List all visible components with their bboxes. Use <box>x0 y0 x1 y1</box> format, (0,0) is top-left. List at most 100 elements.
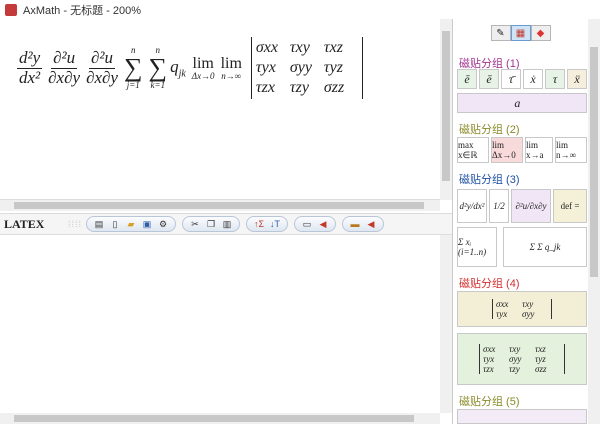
sum-operator: n ∑ j=1 <box>123 45 143 90</box>
matrix-cell: σxx <box>255 39 278 56</box>
tile-group-title: 磁贴分组 (3) <box>459 174 520 186</box>
fraction-denominator: ∂x∂y <box>86 67 118 87</box>
export-button-group: ▬ ◀ <box>342 216 385 232</box>
tile-accent[interactable]: ẍ <box>567 69 587 89</box>
matrix-cell: σyy <box>289 59 312 76</box>
fraction-numerator: ∂²u <box>89 47 116 69</box>
matrix-cell: σxx <box>496 299 509 309</box>
tile-vector[interactable]: a⃗ <box>457 93 587 113</box>
matrix-cell: τxy <box>289 39 310 56</box>
latex-editor-textarea[interactable] <box>0 235 440 413</box>
copy-icon[interactable]: ❐ <box>204 218 218 230</box>
editor-pane: d²y dx² ∂²u ∂x∂y ∂²u ∂x∂y n ∑ j=1 n ∑ k=1 qjk l… <box>0 19 452 424</box>
cut-icon[interactable]: ✂ <box>188 218 202 230</box>
tab-grid-icon[interactable]: ▦ <box>510 25 531 41</box>
clipboard-button-group: ✂ ❐ ▥ <box>182 216 241 232</box>
tile-accent[interactable]: τ̄ <box>501 69 521 89</box>
open-folder-icon[interactable]: ▰ <box>124 218 138 230</box>
matrix-cell: σxx <box>483 344 496 354</box>
tile-limit[interactable]: lim n→∞ <box>555 137 587 163</box>
formula-preview[interactable]: d²y dx² ∂²u ∂x∂y ∂²u ∂x∂y n ∑ j=1 n ∑ k=1 qjk l… <box>0 19 440 200</box>
matrix-cell: τzx <box>483 364 494 374</box>
tile-partial[interactable] <box>457 409 587 424</box>
sum-operator: n ∑ k=1 <box>148 45 168 90</box>
new-file-icon[interactable]: ▯ <box>108 218 122 230</box>
fraction: ∂²u ∂x∂y <box>86 47 118 87</box>
fraction-numerator: ∂²u <box>51 47 78 69</box>
latex-label: LATEX <box>4 216 45 231</box>
editor-toolbar: LATEX ⁞⁞⁞⁞ ▤ ▯ ▰ ▣ ⚙ ✂ ❐ ▥ ↑Σ ↓T ▭ ◀ ▬ ◀ <box>0 213 452 235</box>
briefcase-icon[interactable]: ▬ <box>348 218 362 230</box>
editor-vertical-scrollbar[interactable] <box>440 235 452 413</box>
tab-eraser-icon[interactable]: ◆ <box>530 25 551 41</box>
sum-lower: k=1 <box>150 80 166 90</box>
tile-defined-as[interactable]: def = <box>553 189 587 223</box>
format-dropdown-icon[interactable]: ▤ <box>92 218 106 230</box>
limit-operator: lim Δx→0 <box>191 54 215 81</box>
title-bar: AxMath - 无标题 - 200% <box>0 0 600 19</box>
tile-accent[interactable]: τ <box>545 69 565 89</box>
preview-horizontal-scrollbar[interactable] <box>0 200 440 211</box>
matrix-cell: τyz <box>535 354 546 364</box>
matrix-cell: τyx <box>255 59 276 76</box>
stress-matrix: σxx τxy τxz τyx σyy τyz τzx τzy σzz <box>250 37 363 99</box>
matrix-cell: τzy <box>289 79 309 96</box>
paste-icon[interactable]: ▥ <box>220 218 234 230</box>
tile-limit[interactable]: lim Δx→0 <box>491 137 523 163</box>
tile-matrix-2x2[interactable]: σxx τxy τyx σyy <box>457 291 587 327</box>
arrow-left-icon[interactable]: ◀ <box>316 218 330 230</box>
scrollbar-thumb[interactable] <box>14 415 414 422</box>
editor-horizontal-scrollbar[interactable] <box>0 413 440 424</box>
scrollbar-thumb[interactable] <box>14 202 424 209</box>
settings-gear-icon[interactable]: ⚙ <box>156 218 170 230</box>
matrix-cell: τzx <box>255 79 275 96</box>
preview-vertical-scrollbar[interactable] <box>440 19 452 200</box>
arrow-left-icon[interactable]: ◀ <box>364 218 378 230</box>
matrix-cell: σzz <box>323 79 345 96</box>
tile-limit[interactable]: lim x→a <box>525 137 553 163</box>
tile-accent[interactable]: ẋ <box>523 69 543 89</box>
tab-pencil-icon[interactable]: ✎ <box>490 25 511 41</box>
panel-tabs: ✎ ▦ ◆ <box>453 19 588 47</box>
tile-group-title: 磁贴分组 (5) <box>459 396 520 408</box>
window-title: AxMath - 无标题 - 200% <box>23 4 141 17</box>
matrix-cell: τyx <box>483 354 495 364</box>
insert-sum-icon[interactable]: ↑Σ <box>252 218 266 230</box>
folder-icon[interactable]: ▭ <box>300 218 314 230</box>
insert-text-icon[interactable]: ↓T <box>268 218 282 230</box>
matrix-cell: τxz <box>323 39 343 56</box>
scrollbar-thumb[interactable] <box>442 31 450 181</box>
panel-vertical-scrollbar[interactable] <box>588 19 600 424</box>
tile-panel: ✎ ▦ ◆ 磁贴分组 (1) ē ē τ̄ ẋ τ ẍ a⃗ 磁贴分组 (2) … <box>452 19 600 424</box>
tile-matrix-3x3[interactable]: σxx τxy τxz τyx σyy τyz τzx τzy σzz <box>457 333 587 385</box>
tile-accent[interactable]: ē <box>479 69 499 89</box>
tile-derivative[interactable]: d²y/dx² <box>457 189 487 223</box>
matrix-cell: τyx <box>496 309 508 319</box>
tile-group-title: 磁贴分组 (4) <box>459 278 520 290</box>
tile-partial-derivative[interactable]: ∂²u/∂x∂y <box>511 189 551 223</box>
rendered-formula: d²y dx² ∂²u ∂x∂y ∂²u ∂x∂y n ∑ j=1 n ∑ k=1 qjk l… <box>14 37 363 99</box>
fraction-denominator: ∂x∂y <box>48 67 81 87</box>
save-icon[interactable]: ▣ <box>140 218 154 230</box>
matrix-cell: τxz <box>535 344 546 354</box>
limit-operator: lim n→∞ <box>220 54 242 81</box>
fraction: d²y dx² <box>17 47 43 87</box>
scrollbar-thumb[interactable] <box>590 47 598 277</box>
tile-double-sum[interactable]: Σ Σ q_jk <box>503 227 587 267</box>
tile-group-title: 磁贴分组 (2) <box>459 124 520 136</box>
summand: qjk <box>170 56 186 80</box>
app-window: AxMath - 无标题 - 200% d²y dx² ∂²u ∂x∂y ∂²u ∂x… <box>0 0 600 424</box>
tile-fraction[interactable]: 1/2 <box>489 189 509 223</box>
tile-max[interactable]: max x∈ℝ <box>457 137 489 163</box>
file-button-group: ▤ ▯ ▰ ▣ ⚙ <box>86 216 177 232</box>
matrix-cell: σyy <box>522 309 535 319</box>
matrix-cell: τyz <box>323 59 343 76</box>
tile-accent[interactable]: ē <box>457 69 477 89</box>
insert-button-group: ↑Σ ↓T <box>246 216 289 232</box>
fraction-denominator: dx² <box>19 67 41 87</box>
matrix-cell: σyy <box>509 354 522 364</box>
fraction-numerator: d²y <box>17 47 43 69</box>
tile-sum[interactable]: Σ xᵢ (i=1..n) <box>457 227 497 267</box>
matrix-cell: σzz <box>535 364 547 374</box>
matrix-cell: τxy <box>509 344 521 354</box>
